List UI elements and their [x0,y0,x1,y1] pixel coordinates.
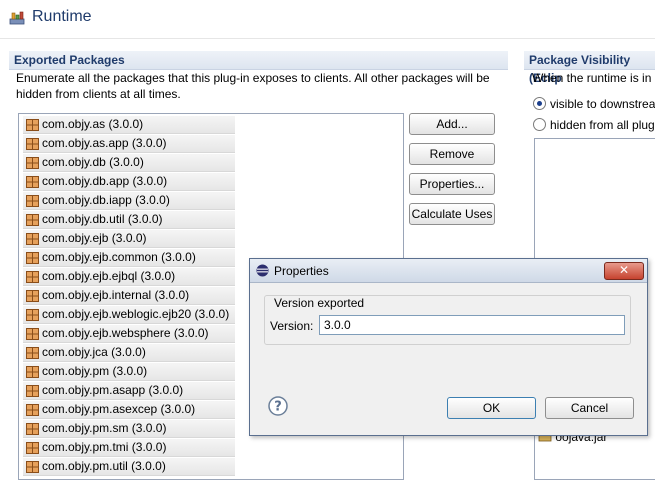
list-item[interactable]: com.objy.ejb.internal (3.0.0) [23,287,235,305]
properties-dialog: Properties ✕ Version exported Version: 3… [249,258,648,436]
dialog-title: Properties [274,264,329,278]
list-item[interactable]: com.objy.as.app (3.0.0) [23,135,235,153]
package-label: com.objy.db.iapp (3.0.0) [42,193,170,207]
package-label: com.objy.pm.tmi (3.0.0) [42,440,167,454]
package-icon [26,385,39,397]
package-icon [26,195,39,207]
list-item[interactable]: com.objy.pm.asapp (3.0.0) [23,382,235,400]
list-item[interactable]: com.objy.ejb (3.0.0) [23,230,235,248]
list-item[interactable]: com.objy.ejb.ejbql (3.0.0) [23,268,235,286]
package-label: com.objy.pm.util (3.0.0) [42,459,166,473]
package-icon [26,271,39,283]
exported-packages-description-2: hidden from clients at all times. [16,87,181,101]
package-icon [26,157,39,169]
list-item[interactable]: com.objy.as (3.0.0) [23,116,235,134]
list-item[interactable]: com.objy.ejb.common (3.0.0) [23,249,235,267]
package-icon [26,461,39,473]
hidden-all-plugins-option[interactable]: hidden from all plug [533,118,655,132]
editor-header: Runtime [0,0,655,39]
page-title: Runtime [32,8,92,25]
runtime-icon [9,11,25,25]
package-label: com.objy.pm (3.0.0) [42,364,148,378]
list-item[interactable]: com.objy.db (3.0.0) [23,154,235,172]
package-label: com.objy.pm.asapp (3.0.0) [42,383,184,397]
calculate-uses-button[interactable]: Calculate Uses [409,203,495,225]
dialog-titlebar[interactable]: Properties ✕ [250,259,647,283]
package-icon [26,309,39,321]
remove-package-button[interactable]: Remove [409,143,495,165]
version-exported-label: Version exported [272,296,367,310]
package-label: com.objy.pm.sm (3.0.0) [42,421,167,435]
close-icon[interactable]: ✕ [604,262,644,280]
package-label: com.objy.pm.asexcep (3.0.0) [42,402,196,416]
list-item[interactable]: com.objy.db.util (3.0.0) [23,211,235,229]
exported-packages-description-1: Enumerate all the packages that this plu… [16,71,490,85]
add-package-button[interactable]: Add... [409,113,495,135]
package-label: com.objy.as (3.0.0) [42,117,144,131]
package-visibility-heading: Package Visibility (Eclip [524,51,655,85]
package-icon [26,366,39,378]
package-icon [26,423,39,435]
help-icon[interactable]: ? [268,396,288,416]
radio-selected-icon[interactable] [533,97,546,110]
package-icon [26,404,39,416]
list-item[interactable]: com.objy.ejb.weblogic.ejb20 (3.0.0) [23,306,236,324]
package-label: com.objy.db.app (3.0.0) [42,174,168,188]
package-label: com.objy.ejb.ejbql (3.0.0) [42,269,176,283]
version-label: Version: [270,319,314,333]
package-label: com.objy.db (3.0.0) [42,155,144,169]
package-icon [26,442,39,454]
package-icon [26,252,39,264]
version-input[interactable]: 3.0.0 [319,315,625,335]
package-label: com.objy.ejb.websphere (3.0.0) [42,326,209,340]
package-icon [26,176,39,188]
list-item[interactable]: com.objy.jca (3.0.0) [23,344,235,362]
list-item[interactable]: com.objy.db.app (3.0.0) [23,173,235,191]
package-label: com.objy.ejb.internal (3.0.0) [42,288,190,302]
package-label: com.objy.as.app (3.0.0) [42,136,167,150]
cancel-button[interactable]: Cancel [545,397,634,419]
package-icon [26,290,39,302]
package-label: com.objy.ejb.weblogic.ejb20 (3.0.0) [42,307,230,321]
list-item[interactable]: com.objy.pm.util (3.0.0) [23,458,235,476]
list-item[interactable]: com.objy.pm.asexcep (3.0.0) [23,401,235,419]
package-icon [26,347,39,359]
list-item[interactable]: com.objy.pm.sm (3.0.0) [23,420,235,438]
package-icon [26,233,39,245]
svg-text:?: ? [274,400,282,415]
radio-unselected-icon[interactable] [533,118,546,131]
properties-button[interactable]: Properties... [409,173,495,195]
list-item[interactable]: com.objy.pm (3.0.0) [23,363,235,381]
package-icon [26,328,39,340]
eclipse-icon [256,264,269,277]
package-label: com.objy.ejb.common (3.0.0) [42,250,196,264]
list-item[interactable]: com.objy.ejb.websphere (3.0.0) [23,325,235,343]
list-item[interactable]: com.objy.db.iapp (3.0.0) [23,192,235,210]
visible-downstream-option[interactable]: visible to downstrean [533,97,655,111]
list-item[interactable]: com.objy.pm.tmi (3.0.0) [23,439,235,457]
package-label: com.objy.ejb (3.0.0) [42,231,147,245]
package-icon [26,138,39,150]
package-visibility-description: When the runtime is in [532,71,652,85]
ok-button[interactable]: OK [447,397,536,419]
package-icon [26,119,39,131]
exported-packages-heading: Exported Packages [9,51,508,70]
package-icon [26,214,39,226]
package-label: com.objy.db.util (3.0.0) [42,212,163,226]
package-label: com.objy.jca (3.0.0) [42,345,146,359]
